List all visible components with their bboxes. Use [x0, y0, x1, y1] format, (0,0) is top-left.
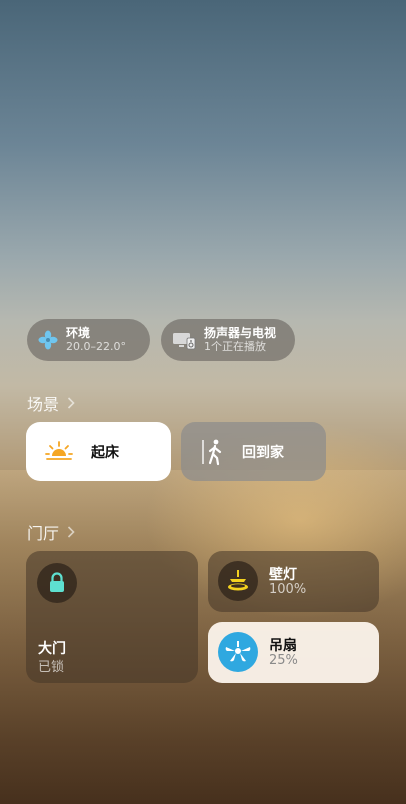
tile-status: 已锁	[38, 660, 65, 675]
fan-icon	[38, 330, 58, 350]
scene-arrive-home[interactable]: 回到家	[181, 422, 326, 481]
section-title: 场景	[27, 395, 60, 414]
environment-pill[interactable]: 环境 20.0–22.0°	[27, 319, 150, 361]
chevron-right-icon	[67, 526, 75, 538]
chevron-right-icon	[67, 397, 75, 409]
tv-speaker-icon	[172, 330, 196, 350]
ceiling-fan-tile[interactable]: 吊扇 25%	[208, 622, 379, 683]
pill-subtitle: 1个正在播放	[204, 340, 266, 353]
tile-status: 25%	[269, 653, 298, 668]
tile-title: 壁灯	[269, 567, 297, 583]
scene-label: 回到家	[242, 444, 284, 461]
front-door-tile[interactable]: 大门 已锁	[26, 551, 198, 683]
pill-title: 扬声器与电视	[204, 326, 277, 340]
scene-label: 起床	[91, 444, 119, 461]
ceiling-light-icon	[218, 561, 258, 601]
wall-light-tile[interactable]: 壁灯 100%	[208, 551, 379, 612]
sunrise-icon	[44, 440, 74, 464]
pill-title: 环境	[66, 326, 91, 340]
speakers-tv-pill[interactable]: 扬声器与电视 1个正在播放	[161, 319, 295, 361]
tile-title: 大门	[38, 641, 66, 657]
lock-icon	[37, 563, 77, 603]
scenes-section-header[interactable]: 场景	[27, 391, 75, 415]
section-title: 门厅	[27, 524, 60, 543]
pill-subtitle: 20.0–22.0°	[66, 340, 126, 353]
scene-wake-up[interactable]: 起床	[26, 422, 171, 481]
room-section-header[interactable]: 门厅	[27, 520, 75, 544]
ceiling-fan-icon	[218, 632, 258, 672]
tile-status: 100%	[269, 582, 307, 597]
tile-title: 吊扇	[269, 638, 297, 654]
walking-person-icon	[201, 438, 227, 466]
